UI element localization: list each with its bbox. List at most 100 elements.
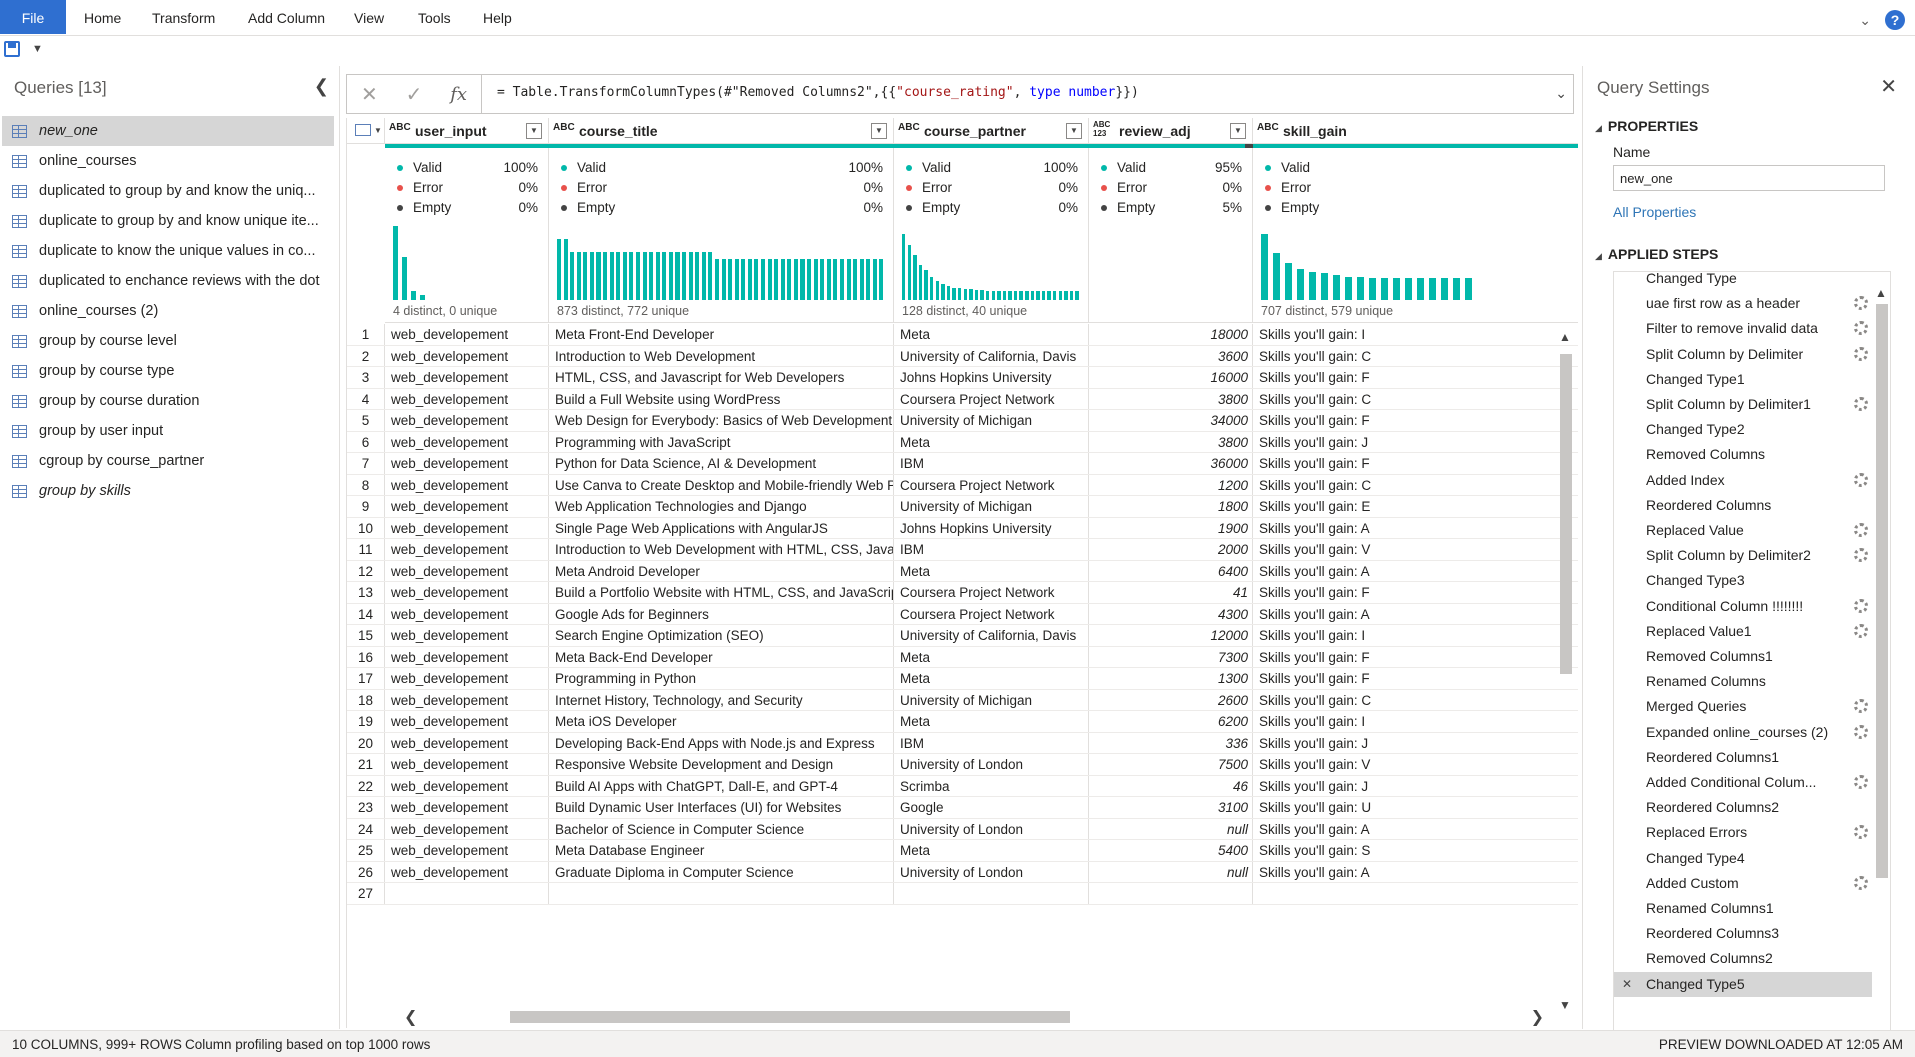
table-cell[interactable]: Build a Full Website using WordPress [549,388,894,409]
grid-horizontal-scrollbar[interactable]: ❮ ❯ [384,1006,1554,1028]
help-icon[interactable]: ? [1885,10,1905,30]
type-icon[interactable]: ABC 123 [1093,120,1115,138]
table-cell[interactable]: University of Michigan [894,410,1089,431]
table-cell[interactable]: Meta [894,840,1089,861]
table-cell[interactable]: University of California, Davis [894,625,1089,646]
row-number[interactable]: 20 [347,732,385,753]
row-number[interactable]: 16 [347,646,385,667]
table-cell[interactable]: Introduction to Web Development [549,345,894,366]
tab-view[interactable]: View [336,0,402,34]
table-cell[interactable]: web_developement [385,496,549,517]
gear-icon[interactable] [1854,472,1868,487]
row-number[interactable]: 15 [347,625,385,646]
gear-icon[interactable] [1854,296,1868,311]
table-cell[interactable]: Search Engine Optimization (SEO) [549,625,894,646]
query-item[interactable]: group by user input [0,416,340,446]
query-item[interactable]: duplicate to group by and know unique it… [0,206,340,236]
table-cell[interactable]: Responsive Website Development and Desig… [549,754,894,775]
table-cell[interactable]: Skills you'll gain: C [1253,389,1578,410]
applied-step[interactable]: Reordered Columns1 [1614,745,1872,770]
table-cell[interactable]: 41 [1089,582,1253,603]
table-cell[interactable]: Coursera Project Network [894,603,1089,624]
table-cell[interactable]: 5400 [1089,840,1253,861]
row-number[interactable]: 8 [347,474,385,495]
table-cell[interactable]: 6200 [1089,711,1253,732]
applied-step[interactable]: Changed Type1 [1614,367,1872,392]
table-cell[interactable]: web_developement [385,410,549,431]
table-cell[interactable]: Skills you'll gain: A [1253,561,1578,582]
table-cell[interactable]: web_developement [385,431,549,452]
commit-icon[interactable]: ✓ [406,82,423,107]
applied-step[interactable]: Expanded online_courses (2) [1614,720,1872,745]
filter-dropdown-icon[interactable]: ▼ [871,123,887,139]
formula-input[interactable]: = Table.TransformColumnTypes(#"Removed C… [497,85,1139,100]
applied-step[interactable]: Renamed Columns1 [1614,896,1872,921]
row-number[interactable]: 14 [347,603,385,624]
table-cell[interactable]: Introduction to Web Development with HTM… [549,539,894,560]
column-header-review-adj[interactable]: ABC 123 review_adj ▼ [1089,118,1253,144]
scroll-up-icon[interactable]: ▲ [1875,286,1887,300]
table-cell[interactable]: web_developement [385,560,549,581]
table-cell[interactable]: University of Michigan [894,689,1089,710]
table-cell[interactable]: web_developement [385,861,549,882]
table-cell[interactable]: Skills you'll gain: A [1253,604,1578,625]
table-cell[interactable]: 3800 [1089,431,1253,452]
table-cell[interactable]: 2000 [1089,539,1253,560]
table-cell[interactable]: Skills you'll gain: J [1253,432,1578,453]
gear-icon[interactable] [1854,523,1868,537]
table-cell[interactable]: Skills you'll gain: F [1253,647,1578,668]
table-cell[interactable] [385,883,549,904]
table-cell[interactable]: 4300 [1089,603,1253,624]
table-cell[interactable]: Web Design for Everybody: Basics of Web … [549,410,894,431]
table-cell[interactable]: Skills you'll gain: I [1253,711,1578,732]
scroll-down-icon[interactable]: ▼ [1559,998,1571,1012]
gear-icon[interactable] [1854,548,1868,563]
table-cell[interactable]: Skills you'll gain: F [1253,410,1578,431]
collapse-ribbon-icon[interactable]: ⌄ [1859,12,1871,29]
properties-header[interactable]: ◢ PROPERTIES [1595,118,1698,134]
table-cell[interactable]: web_developement [385,840,549,861]
table-cell[interactable]: Johns Hopkins University [894,517,1089,538]
query-item[interactable]: group by course level [0,326,340,356]
query-item[interactable]: cgroup by course_partner [0,446,340,476]
row-number[interactable]: 12 [347,560,385,581]
table-cell[interactable]: University of London [894,754,1089,775]
table-cell[interactable]: 18000 [1089,324,1253,345]
table-cell[interactable]: University of Michigan [894,496,1089,517]
gear-icon[interactable] [1854,598,1868,613]
table-cell[interactable]: HTML, CSS, and Javascript for Web Develo… [549,367,894,388]
table-cell[interactable]: Skills you'll gain: J [1253,733,1578,754]
row-number[interactable]: 1 [347,324,385,345]
applied-step[interactable]: Renamed Columns [1614,669,1872,694]
type-icon[interactable]: ABC [898,122,920,133]
table-cell[interactable]: 16000 [1089,367,1253,388]
tab-help[interactable]: Help [465,0,530,34]
table-cell[interactable]: web_developement [385,388,549,409]
table-cell[interactable]: Meta [894,668,1089,689]
cancel-icon[interactable]: ✕ [361,82,378,107]
applied-step[interactable]: Split Column by Delimiter1 [1614,392,1872,417]
steps-scrollbar[interactable]: ▲ ▼ [1872,272,1890,1057]
table-cell[interactable]: web_developement [385,625,549,646]
gear-icon[interactable] [1854,346,1868,361]
table-cell[interactable]: Skills you'll gain: I [1253,324,1578,345]
applied-step[interactable]: Reordered Columns3 [1614,921,1872,946]
gear-icon[interactable] [1854,699,1868,714]
row-number[interactable]: 9 [347,496,385,517]
query-item[interactable]: online_courses (2) [0,296,340,326]
table-cell[interactable]: Coursera Project Network [894,388,1089,409]
table-cell[interactable]: Meta Android Developer [549,560,894,581]
scroll-thumb[interactable] [510,1011,1070,1023]
row-number[interactable]: 5 [347,410,385,431]
row-number[interactable]: 7 [347,453,385,474]
gear-icon[interactable] [1854,775,1868,789]
table-cell[interactable]: Coursera Project Network [894,582,1089,603]
table-cell[interactable]: Python for Data Science, AI & Developmen… [549,453,894,474]
filter-dropdown-icon[interactable]: ▼ [1066,123,1082,139]
applied-step[interactable]: Merged Queries [1614,694,1872,719]
table-cell[interactable]: Programming with JavaScript [549,431,894,452]
row-number[interactable]: 13 [347,582,385,603]
table-cell[interactable]: web_developement [385,818,549,839]
applied-step[interactable]: Split Column by Delimiter2 [1614,543,1872,568]
table-cell[interactable]: Meta [894,560,1089,581]
